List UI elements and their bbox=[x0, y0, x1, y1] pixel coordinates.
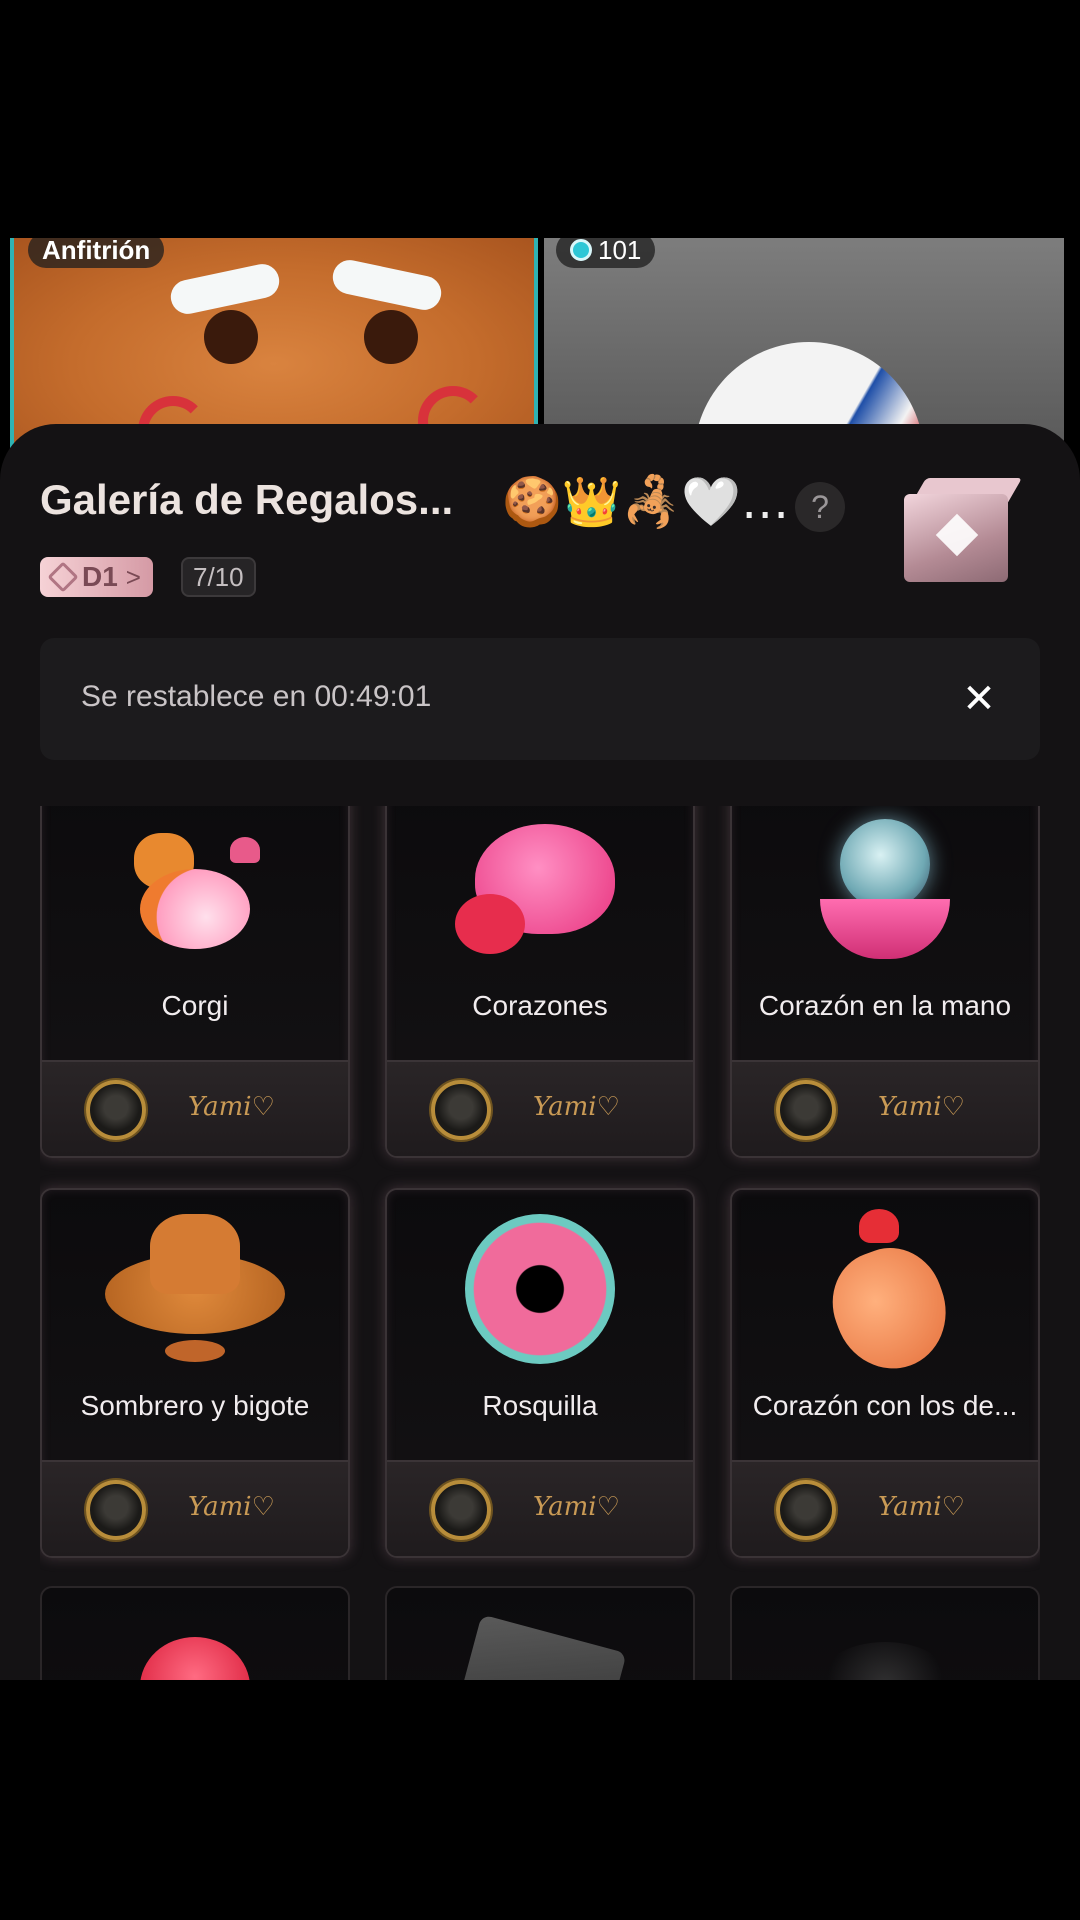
sender-name: Yami♡ bbox=[878, 1092, 965, 1122]
reset-banner: Se restablece en 00:49:01 ✕ bbox=[40, 638, 1040, 760]
sheet-title: Galería de Regalos... bbox=[40, 476, 454, 523]
guest-score-pill: 101 bbox=[556, 238, 656, 268]
hat-art bbox=[165, 1340, 225, 1362]
gift-emoji-row: 🍪👑🦂🤍… bbox=[502, 474, 790, 530]
avatar bbox=[86, 1080, 146, 1140]
host-filter-art bbox=[167, 260, 283, 318]
finger-heart-art bbox=[859, 1209, 899, 1243]
gift-sender-row: Yami♡ bbox=[732, 1460, 1038, 1556]
host-label: Anfitrión bbox=[28, 238, 165, 268]
rose-icon bbox=[42, 1602, 348, 1680]
hearts-art bbox=[455, 894, 525, 954]
gift-name: Corgi bbox=[161, 990, 229, 1021]
gift-name: Rosquilla bbox=[482, 1390, 598, 1421]
gift-grid: Corgi Yami♡ Corazones Yami♡ Corazón en l… bbox=[40, 806, 1040, 1680]
sender-name: Yami♡ bbox=[188, 1092, 275, 1122]
sender-name: Yami♡ bbox=[188, 1492, 275, 1522]
avatar bbox=[431, 1080, 491, 1140]
avatar bbox=[431, 1480, 491, 1540]
avatar bbox=[86, 1480, 146, 1540]
finger-heart-art bbox=[815, 1209, 963, 1385]
gallery-cube-icon[interactable] bbox=[900, 474, 1023, 586]
host-filter-art bbox=[329, 256, 445, 314]
host-filter-art bbox=[364, 310, 418, 364]
gift-sender-row: Yami♡ bbox=[387, 1460, 693, 1556]
donut-icon bbox=[387, 1204, 693, 1374]
hat-art bbox=[105, 1214, 285, 1364]
corgi-art bbox=[140, 869, 250, 949]
mystery-gift-icon bbox=[732, 1602, 1038, 1680]
sender-name: Yami♡ bbox=[533, 1092, 620, 1122]
avatar bbox=[776, 1480, 836, 1540]
reset-countdown: Se restablece en 00:49:01 bbox=[81, 680, 432, 713]
gift-card[interactable]: Sombrero y bigote Yami♡ bbox=[40, 1188, 350, 1558]
gift-name: Sombrero y bigote bbox=[80, 1390, 310, 1421]
heart-in-hand-art bbox=[820, 899, 950, 959]
level-label: D1 bbox=[82, 561, 118, 592]
tiktok-box-art bbox=[453, 1614, 627, 1680]
hat-mustache-icon bbox=[42, 1204, 348, 1374]
sender-name: Yami♡ bbox=[878, 1492, 965, 1522]
gift-card[interactable]: Corazón en la mano Yami♡ bbox=[730, 806, 1040, 1158]
host-video-tile[interactable]: Anfitrión bbox=[10, 238, 538, 448]
host-filter-art bbox=[204, 310, 258, 364]
gift-card[interactable]: Rosquilla Yami♡ bbox=[385, 1188, 695, 1558]
heart-in-hand-art bbox=[800, 819, 970, 959]
gift-sender-row: Yami♡ bbox=[42, 1460, 348, 1556]
hearts-art bbox=[455, 824, 625, 954]
diamond-icon bbox=[47, 561, 79, 593]
gift-card[interactable]: Corazón con los de... Yami♡ bbox=[730, 1188, 1040, 1558]
close-icon[interactable]: ✕ bbox=[954, 674, 1004, 724]
corgi-art bbox=[130, 829, 260, 949]
hat-art bbox=[150, 1214, 240, 1294]
mystery-gift-art bbox=[815, 1642, 955, 1680]
gift-card[interactable]: Corazones Yami♡ bbox=[385, 806, 695, 1158]
heart-in-hand-icon bbox=[732, 806, 1038, 974]
help-button[interactable]: ? bbox=[795, 482, 845, 532]
heart-in-hand-art bbox=[840, 819, 930, 909]
gift-card[interactable]: Corgi Yami♡ bbox=[40, 806, 350, 1158]
gift-sender-row: Yami♡ bbox=[387, 1060, 693, 1156]
rose-art bbox=[120, 1627, 270, 1680]
hearts-icon bbox=[387, 806, 693, 974]
gift-sender-row: Yami♡ bbox=[42, 1060, 348, 1156]
gift-card[interactable] bbox=[385, 1586, 695, 1680]
gift-name: Corazón con los de... bbox=[752, 1390, 1018, 1421]
gift-gallery-sheet: Galería de Regalos... 🍪👑🦂🤍… ? D1 > 7/10 … bbox=[0, 424, 1080, 1680]
gift-name: Corazón en la mano bbox=[758, 990, 1012, 1021]
sender-name: Yami♡ bbox=[533, 1492, 620, 1522]
gift-card[interactable] bbox=[40, 1586, 350, 1680]
score-icon bbox=[570, 239, 592, 261]
chevron-right-icon: > bbox=[125, 561, 141, 592]
avatar bbox=[776, 1080, 836, 1140]
donut-art bbox=[465, 1214, 615, 1364]
guest-video-tile[interactable]: 101 bbox=[544, 238, 1064, 448]
corgi-icon bbox=[42, 806, 348, 974]
live-video-strip: Anfitrión 101 bbox=[10, 238, 1064, 448]
level-badge[interactable]: D1 > bbox=[40, 557, 153, 597]
gift-name: Corazones bbox=[472, 990, 608, 1021]
gift-sender-row: Yami♡ bbox=[732, 1060, 1038, 1156]
finger-heart-art bbox=[817, 1233, 963, 1385]
corgi-art bbox=[230, 837, 260, 863]
collection-progress: 7/10 bbox=[181, 557, 256, 597]
finger-heart-icon bbox=[732, 1204, 1038, 1385]
tiktok-box-icon bbox=[387, 1602, 693, 1680]
rose-art bbox=[140, 1637, 250, 1680]
gift-card[interactable] bbox=[730, 1586, 1040, 1680]
guest-score: 101 bbox=[598, 238, 642, 265]
